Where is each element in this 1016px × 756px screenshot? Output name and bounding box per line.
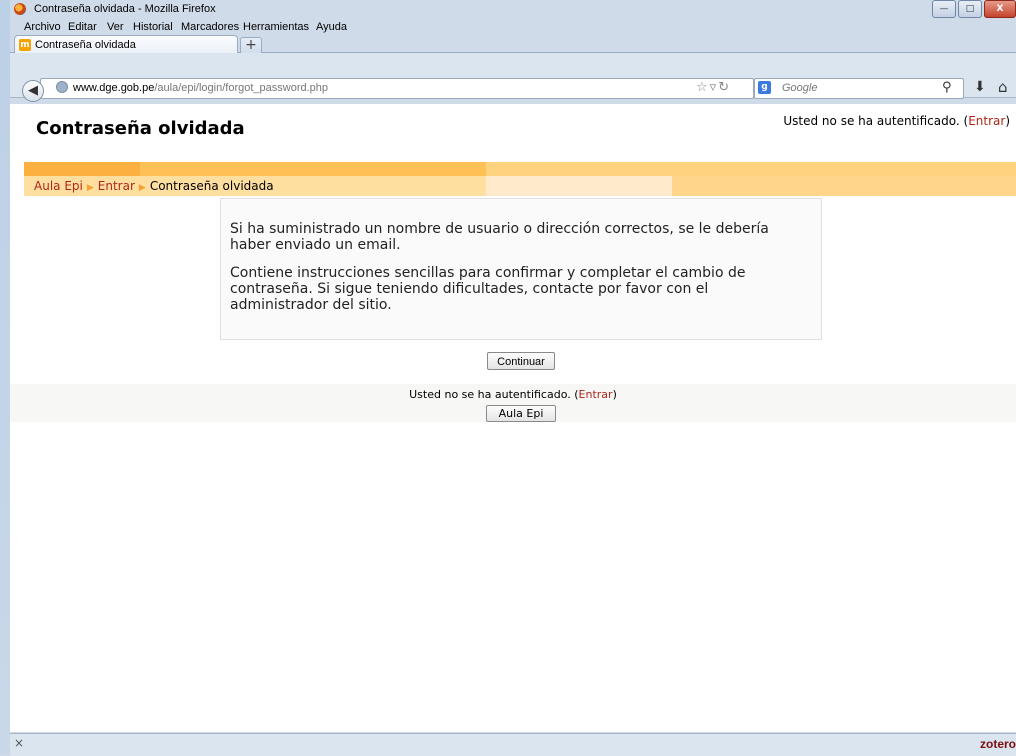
status-bar bbox=[10, 733, 1016, 756]
home-icon[interactable]: ⌂ bbox=[998, 78, 1008, 96]
footer-login-link[interactable]: Entrar bbox=[579, 388, 613, 401]
zotero-button[interactable]: zotero bbox=[980, 737, 1016, 751]
firefox-logo-icon bbox=[14, 3, 26, 15]
breadcrumb-entrar[interactable]: Entrar bbox=[98, 179, 135, 193]
breadcrumb-aula-epi[interactable]: Aula Epi bbox=[34, 179, 83, 193]
notice-paragraph-2: Contiene instrucciones sencillas para co… bbox=[230, 265, 746, 313]
page-title: Contraseña olvidada bbox=[36, 118, 245, 139]
breadcrumb-separator: ▶ bbox=[86, 183, 94, 193]
footer: Usted no se ha autentificado. (Entrar) A… bbox=[10, 384, 1016, 422]
reload-icon[interactable]: ↻ bbox=[718, 80, 731, 95]
window-controls: — □ X bbox=[932, 0, 1016, 18]
tab-label: Contraseña olvidada bbox=[35, 39, 136, 51]
url-text[interactable]: www.dge.gob.pe/aula/epi/login/forgot_pas… bbox=[73, 82, 328, 94]
maximize-button[interactable]: □ bbox=[958, 0, 982, 18]
close-window-button[interactable]: X bbox=[984, 0, 1016, 18]
download-icon[interactable]: ⬇ bbox=[974, 79, 986, 95]
menu-ayuda[interactable]: Ayuda bbox=[316, 21, 347, 33]
window-title: Contraseña olvidada - Mozilla Firefox bbox=[34, 3, 216, 15]
menu-editar[interactable]: Editar bbox=[68, 21, 97, 33]
login-link[interactable]: Entrar bbox=[968, 114, 1005, 128]
url-controls: ☆▿↻ bbox=[696, 80, 731, 95]
home-button[interactable]: Aula Epi bbox=[486, 405, 556, 422]
dropdown-arrow-icon[interactable]: ▿ bbox=[710, 80, 719, 95]
back-arrow-icon: ◀ bbox=[28, 83, 38, 98]
menu-marcadores[interactable]: Marcadores bbox=[181, 21, 239, 33]
breadcrumb-current: Contraseña olvidada bbox=[149, 179, 274, 193]
continue-button[interactable]: Continuar bbox=[487, 352, 555, 370]
close-addon-bar-icon[interactable]: × bbox=[14, 736, 24, 750]
tab-contrasena-olvidada[interactable]: m Contraseña olvidada bbox=[14, 35, 238, 54]
menu-herramientas[interactable]: Herramientas bbox=[243, 21, 309, 33]
bookmark-star-icon[interactable]: ☆ bbox=[696, 80, 710, 95]
breadcrumb-separator: ▶ bbox=[138, 183, 146, 193]
new-tab-button[interactable]: + bbox=[240, 37, 262, 54]
moodle-favicon-icon: m bbox=[19, 39, 31, 51]
page-content: Contraseña olvidada Usted no se ha auten… bbox=[10, 104, 1016, 732]
google-search-engine-icon[interactable]: g bbox=[758, 81, 771, 94]
site-identity-icon[interactable] bbox=[56, 81, 68, 93]
footer-login-info: Usted no se ha autentificado. (Entrar) bbox=[409, 388, 617, 401]
window-frame bbox=[0, 0, 10, 755]
header-band bbox=[24, 162, 1016, 176]
minimize-button[interactable]: — bbox=[932, 0, 956, 18]
notice-paragraph-1: Si ha suministrado un nombre de usuario … bbox=[230, 221, 769, 253]
search-placeholder: Google bbox=[782, 82, 818, 94]
login-info: Usted no se ha autentificado. (Entrar) bbox=[783, 114, 1010, 128]
menu-historial[interactable]: Historial bbox=[133, 21, 173, 33]
menu-ver[interactable]: Ver bbox=[107, 21, 124, 33]
search-icon[interactable]: ⚲ bbox=[942, 80, 952, 95]
menu-archivo[interactable]: Archivo bbox=[24, 21, 61, 33]
notice-box: Si ha suministrado un nombre de usuario … bbox=[220, 198, 822, 340]
breadcrumb: Aula Epi ▶ Entrar ▶ Contraseña olvidada bbox=[34, 179, 274, 193]
back-button[interactable]: ◀ bbox=[22, 80, 44, 102]
